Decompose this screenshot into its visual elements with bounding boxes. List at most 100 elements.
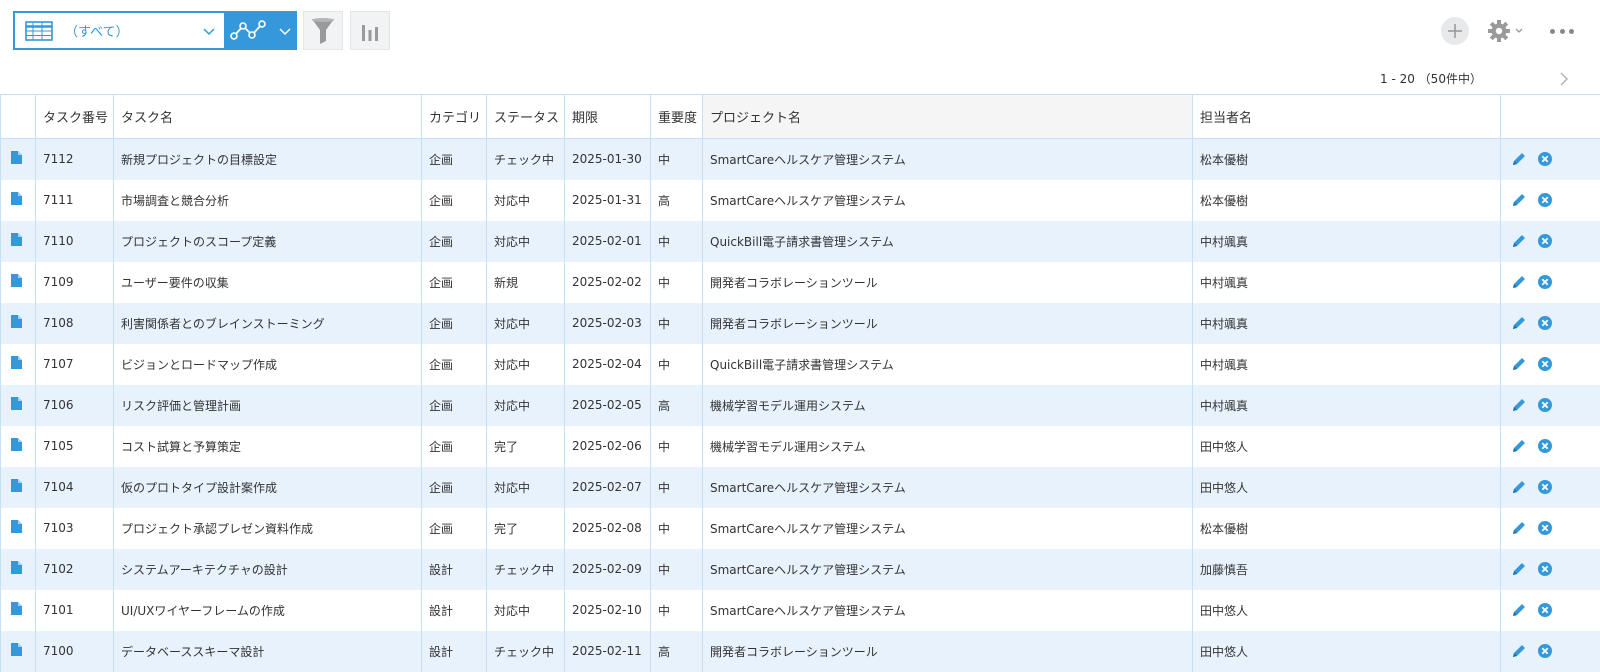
- document-icon[interactable]: [11, 233, 22, 246]
- cell-status: 対応中: [487, 344, 565, 385]
- document-icon[interactable]: [11, 602, 22, 615]
- pencil-icon[interactable]: [1511, 192, 1527, 208]
- cell-project-name: 開発者コラボレーションツール: [703, 262, 1193, 303]
- pencil-icon[interactable]: [1511, 479, 1527, 495]
- cell-assignee: 田中悠人: [1193, 467, 1501, 508]
- row-actions-cell: [1501, 221, 1600, 262]
- cell-category: 企画: [422, 303, 487, 344]
- delete-icon[interactable]: [1537, 397, 1553, 413]
- delete-icon[interactable]: [1537, 520, 1553, 536]
- cell-status: チェック中: [487, 139, 565, 180]
- document-icon[interactable]: [11, 151, 22, 164]
- cell-assignee: 田中悠人: [1193, 631, 1501, 672]
- document-icon[interactable]: [11, 520, 22, 533]
- pencil-icon[interactable]: [1511, 520, 1527, 536]
- document-icon[interactable]: [11, 356, 22, 369]
- pencil-icon[interactable]: [1511, 397, 1527, 413]
- table-row[interactable]: 7106リスク評価と管理計画企画対応中2025-02-05高機械学習モデル運用シ…: [1, 385, 1600, 426]
- header-task-number[interactable]: タスク番号: [36, 95, 114, 139]
- add-record-button[interactable]: [1441, 17, 1469, 45]
- header-priority[interactable]: 重要度: [651, 95, 703, 139]
- delete-icon[interactable]: [1537, 479, 1553, 495]
- delete-icon[interactable]: [1537, 438, 1553, 454]
- document-icon[interactable]: [11, 192, 22, 205]
- table-row[interactable]: 7105コスト試算と予算策定企画完了2025-02-06中機械学習モデル運用シス…: [1, 426, 1600, 467]
- delete-icon[interactable]: [1537, 151, 1553, 167]
- header-task-name[interactable]: タスク名: [114, 95, 422, 139]
- table-row[interactable]: 7109ユーザー要件の収集企画新規2025-02-02中開発者コラボレーションツ…: [1, 262, 1600, 303]
- delete-icon[interactable]: [1537, 356, 1553, 372]
- cell-project-name: QuickBill電子請求書管理システム: [703, 344, 1193, 385]
- cell-status: チェック中: [487, 631, 565, 672]
- table-row[interactable]: 7103プロジェクト承認プレゼン資料作成企画完了2025-02-08中Smart…: [1, 508, 1600, 549]
- more-icon[interactable]: [1550, 25, 1574, 37]
- chevron-down-icon: [278, 26, 292, 36]
- document-icon[interactable]: [11, 643, 22, 656]
- table-row[interactable]: 7111市場調査と競合分析企画対応中2025-01-31高SmartCareヘル…: [1, 180, 1600, 221]
- row-actions-cell: [1501, 590, 1600, 631]
- pencil-icon[interactable]: [1511, 356, 1527, 372]
- cell-due-date: 2025-02-03: [565, 303, 651, 344]
- table-row[interactable]: 7104仮のプロトタイプ設計案作成企画対応中2025-02-07中SmartCa…: [1, 467, 1600, 508]
- document-icon[interactable]: [11, 397, 22, 410]
- pencil-icon[interactable]: [1511, 151, 1527, 167]
- header-assignee[interactable]: 担当者名: [1193, 95, 1501, 139]
- document-icon[interactable]: [11, 274, 22, 287]
- cell-task-number: 7105: [36, 426, 114, 467]
- document-icon[interactable]: [11, 438, 22, 451]
- graph-view-button[interactable]: [224, 11, 297, 50]
- cell-category: 設計: [422, 590, 487, 631]
- table-row[interactable]: 7112新規プロジェクトの目標設定企画チェック中2025-01-30中Smart…: [1, 139, 1600, 180]
- cell-category: 企画: [422, 262, 487, 303]
- row-detail-cell: [1, 221, 36, 262]
- delete-icon[interactable]: [1537, 192, 1553, 208]
- row-detail-cell: [1, 344, 36, 385]
- delete-icon[interactable]: [1537, 602, 1553, 618]
- pencil-icon[interactable]: [1511, 602, 1527, 618]
- header-status[interactable]: ステータス: [487, 95, 565, 139]
- table-row[interactable]: 7110プロジェクトのスコープ定義企画対応中2025-02-01中QuickBi…: [1, 221, 1600, 262]
- cell-task-number: 7102: [36, 549, 114, 590]
- pencil-icon[interactable]: [1511, 315, 1527, 331]
- cell-assignee: 中村颯真: [1193, 262, 1501, 303]
- table-row[interactable]: 7100データベーススキーマ設計設計チェック中2025-02-11高開発者コラボ…: [1, 631, 1600, 672]
- gear-icon: [1487, 19, 1511, 43]
- document-icon[interactable]: [11, 315, 22, 328]
- cell-task-name: 市場調査と競合分析: [114, 180, 422, 221]
- table-row[interactable]: 7102システムアーキテクチャの設計設計チェック中2025-02-09中Smar…: [1, 549, 1600, 590]
- table-row[interactable]: 7101UI/UXワイヤーフレームの作成設計対応中2025-02-10中Smar…: [1, 590, 1600, 631]
- cell-assignee: 田中悠人: [1193, 590, 1501, 631]
- table-row[interactable]: 7108利害関係者とのブレインストーミング企画対応中2025-02-03中開発者…: [1, 303, 1600, 344]
- pencil-icon[interactable]: [1511, 561, 1527, 577]
- cell-assignee: 加藤慎吾: [1193, 549, 1501, 590]
- filter-button[interactable]: [303, 11, 343, 50]
- cell-priority: 中: [651, 221, 703, 262]
- pencil-icon[interactable]: [1511, 233, 1527, 249]
- cell-category: 企画: [422, 180, 487, 221]
- pencil-icon[interactable]: [1511, 643, 1527, 659]
- chart-button[interactable]: [350, 11, 390, 50]
- header-project-name[interactable]: プロジェクト名: [703, 95, 1193, 139]
- settings-button[interactable]: [1487, 17, 1531, 45]
- document-icon[interactable]: [11, 561, 22, 574]
- delete-icon[interactable]: [1537, 643, 1553, 659]
- document-icon[interactable]: [11, 479, 22, 492]
- delete-icon[interactable]: [1537, 274, 1553, 290]
- pencil-icon[interactable]: [1511, 274, 1527, 290]
- delete-icon[interactable]: [1537, 233, 1553, 249]
- next-page-icon[interactable]: [1558, 71, 1570, 87]
- view-selector-inner: （すべて）: [15, 13, 224, 48]
- cell-task-number: 7106: [36, 385, 114, 426]
- more-dot: [1560, 29, 1565, 34]
- cell-category: 設計: [422, 631, 487, 672]
- pencil-icon[interactable]: [1511, 438, 1527, 454]
- cell-task-name: コスト試算と予算策定: [114, 426, 422, 467]
- view-selector[interactable]: （すべて）: [13, 11, 224, 50]
- delete-icon[interactable]: [1537, 561, 1553, 577]
- delete-icon[interactable]: [1537, 315, 1553, 331]
- header-actions-col: [1501, 95, 1600, 139]
- header-category[interactable]: カテゴリ: [422, 95, 487, 139]
- header-due-date[interactable]: 期限: [565, 95, 651, 139]
- row-actions-cell: [1501, 303, 1600, 344]
- table-row[interactable]: 7107ビジョンとロードマップ作成企画対応中2025-02-04中QuickBi…: [1, 344, 1600, 385]
